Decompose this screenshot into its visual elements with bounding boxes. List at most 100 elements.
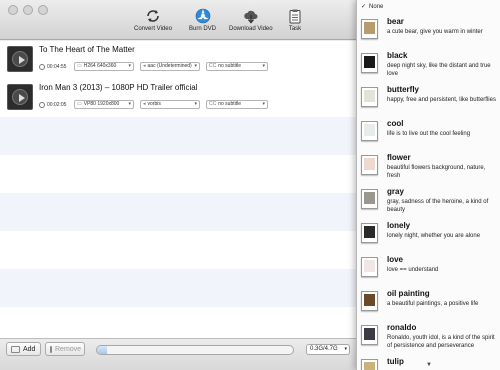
cloud-download-icon [244,10,258,24]
add-button-label: Add [23,345,36,353]
theme-description: happy, free and persistent, like butterf… [387,97,496,103]
theme-option[interactable]: lonely lonely night, whether you are alon… [357,218,500,252]
download-video-button[interactable]: Download Video [229,8,273,32]
add-button[interactable]: Add [6,342,41,356]
play-icon [12,89,28,105]
theme-name: black [387,51,408,60]
theme-description: a cute bear, give you warm in winter [387,29,483,35]
theme-option[interactable]: ronaldo Ronaldo, youth idol, is a kind of… [357,320,500,354]
theme-swatch [364,226,375,238]
audio-track-value: aac (Undetermined) [147,63,192,69]
theme-swatch [364,294,375,306]
chevron-down-icon: ▾ [344,346,347,352]
clipboard-icon [289,9,301,24]
theme-description: love == understand [387,267,439,273]
audio-track-select[interactable]: ◂ vorbis ▾ [140,100,200,109]
theme-description: gray, sadness of the heroine, a kind of … [387,199,489,213]
theme-thumbnail [361,121,378,141]
duration-text: 00:02:05 [47,102,67,108]
chevron-down-icon: ▾ [128,101,131,107]
play-icon [12,51,28,67]
download-video-label: Download Video [229,26,273,32]
theme-option-none[interactable]: ✓ None [361,3,383,10]
video-item[interactable]: Iron Man 3 (2013) – 1080P HD Trailer off… [0,79,356,117]
film-icon: ▭ [77,101,82,107]
chevron-down-icon: ▾ [194,63,197,69]
cc-icon: CC [209,63,217,69]
subtitle-select[interactable]: CC no subtitle ▾ [206,62,268,71]
task-button[interactable]: Task [287,8,303,32]
video-title: To The Heart of The Matter [39,45,135,54]
close-window-button[interactable] [8,5,18,15]
theme-thumbnail [361,189,378,209]
video-thumbnail[interactable] [7,84,33,110]
theme-name: flower [387,153,411,162]
video-duration: 00:02:05 [39,100,66,110]
theme-thumbnail [361,87,378,107]
theme-option[interactable]: flower beautiful flowers background, natu… [357,150,500,184]
app-window: Convert Video Burn DVD Download Video Ta… [0,0,500,370]
theme-option[interactable]: gray gray, sadness of the heroine, a kind… [357,184,500,218]
convert-icon [147,10,159,22]
video-thumbnail[interactable] [7,46,33,72]
theme-thumbnail [361,19,378,39]
video-item[interactable]: To The Heart of The Matter 00:04:55 ▭ H26… [0,41,356,79]
theme-option[interactable]: butterfly happy, free and persistent, lik… [357,82,500,116]
theme-thumbnail [361,155,378,175]
chevron-down-icon: ▾ [262,63,265,69]
minimize-window-button[interactable] [23,5,33,15]
theme-name: ronaldo [387,323,417,332]
video-codec-value: VP80 1920x800 [83,101,120,107]
video-codec-select[interactable]: ▭ H264 640x360 ▾ [74,62,134,71]
burn-dvd-label: Burn DVD [189,26,217,32]
video-list: To The Heart of The Matter 00:04:55 ▭ H26… [0,41,356,338]
remove-file-icon [50,345,52,353]
theme-description: life is to live out the cool feeling [387,131,471,137]
theme-name: gray [387,187,404,196]
capacity-fill [97,346,107,354]
speaker-icon: ◂ [143,101,146,107]
video-codec-select[interactable]: ▭ VP80 1920x800 ▾ [74,100,134,109]
theme-swatch [364,328,375,340]
convert-video-button[interactable]: Convert Video [134,8,172,32]
disc-capacity-select[interactable]: 0.3G/4.7G ▾ [306,344,350,355]
add-file-icon [11,345,20,353]
subtitle-select[interactable]: CC no subtitle ▾ [206,100,268,109]
theme-swatch [364,158,375,170]
list-row-bg [0,231,356,269]
theme-thumbnail [361,223,378,243]
theme-swatch [364,124,375,136]
theme-option[interactable]: love love == understand [357,252,500,286]
theme-thumbnail [361,53,378,73]
theme-name: love [387,255,404,264]
list-row-bg [0,193,356,231]
clock-icon [39,102,45,108]
remove-button[interactable]: Remove [45,342,85,356]
checkmark-icon: ✓ [361,4,367,10]
theme-option[interactable]: cool life is to live out the cool feeling [357,116,500,150]
theme-option[interactable]: black deep night sky, like the distant an… [357,48,500,82]
audio-track-value: vorbis [147,101,161,107]
audio-track-select[interactable]: ◂ aac (Undetermined) ▾ [140,62,200,71]
task-label: Task [288,26,302,32]
theme-dropdown-menu: ✓ None bear a cute bear, give you warm in … [356,0,500,370]
theme-description: beautiful flowers background, nature, fr… [387,165,486,179]
theme-description: a beautiful paintings, a positive life [387,301,479,307]
theme-option[interactable]: bear a cute bear, give you warm in winter [357,14,500,48]
chevron-down-icon: ▾ [262,101,265,107]
clock-icon [39,64,45,70]
burn-dvd-button[interactable]: Burn DVD [189,8,216,32]
theme-name: oil painting [387,289,430,298]
theme-none-label: None [369,4,384,10]
scroll-down-arrow-icon[interactable]: ▼ [357,360,500,370]
subtitle-value: no subtitle [218,63,242,69]
remove-button-label: Remove [55,345,82,353]
theme-thumbnail [361,257,378,277]
capacity-value: 0.3G/4.7G [310,346,338,352]
zoom-window-button[interactable] [38,5,48,15]
theme-thumbnail [361,325,378,345]
theme-swatch [364,192,375,204]
window-controls [8,5,48,15]
theme-option[interactable]: oil painting a beautiful paintings, a pos… [357,286,500,320]
film-icon: ▭ [77,63,82,69]
